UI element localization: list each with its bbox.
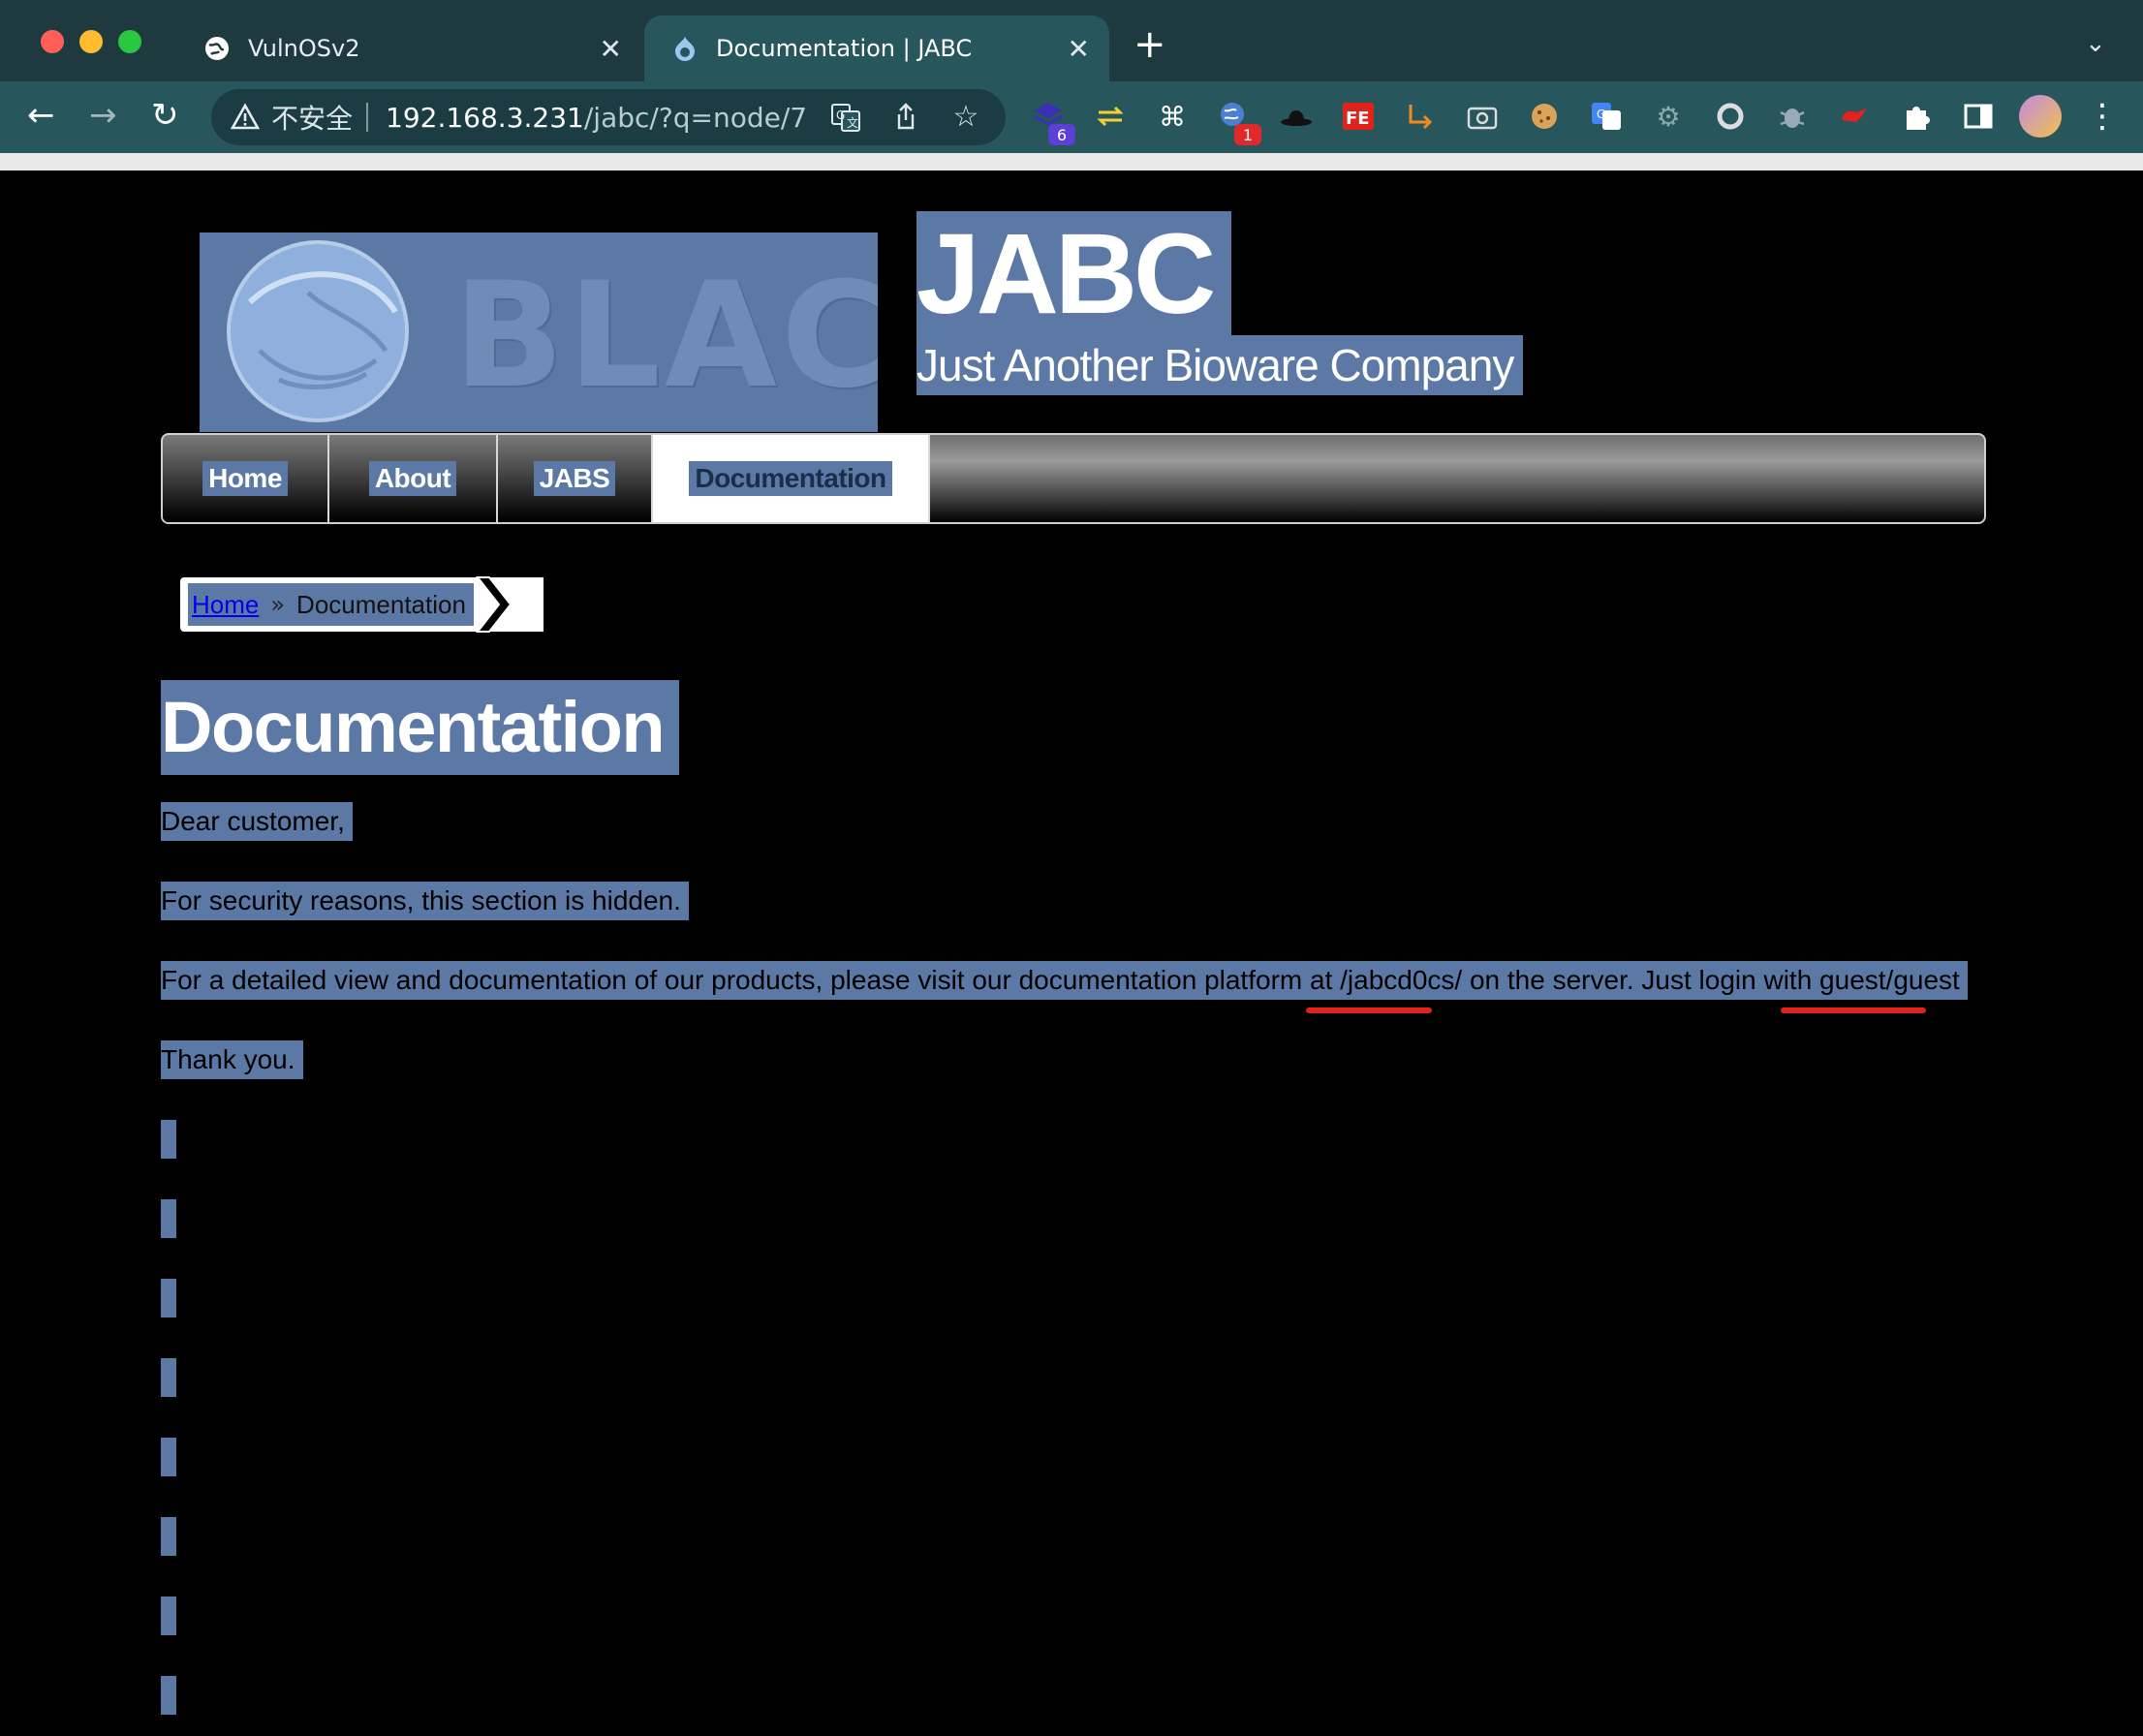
breadcrumb: Home » Documentation [180,575,544,634]
warning-icon[interactable] [230,103,261,132]
extension-badge: 1 [1234,124,1261,145]
tab-title: Documentation | JABC [716,35,973,62]
extensions-bar: 6 ⌘ 1 FE G ⚙ ⋮ [1027,95,2124,145]
back-arrow-icon[interactable]: ← [27,99,55,132]
window-minimize-button[interactable] [79,30,103,53]
url-path: /jabc/?q=node/7 [583,101,808,134]
translate-icon[interactable]: G [1585,95,1628,138]
divider [366,103,369,132]
breadcrumb-inner: Home » Documentation [188,583,474,626]
site-name[interactable]: JABC [916,211,1232,337]
command-icon[interactable]: ⌘ [1151,95,1194,138]
site-slogan: Just Another Bioware Company [916,335,1524,395]
empty-line [161,1438,176,1476]
new-tab-button[interactable]: + [1134,25,1166,64]
svg-text:G: G [836,108,845,122]
share-icon[interactable] [889,101,922,134]
tab-title: VulnOSv2 [248,35,360,62]
browser-tab-bar: VulnOSv2 ✕ Documentation | JABC ✕ + ⌄ [0,0,2143,81]
reload-icon[interactable]: ↻ [151,99,179,132]
fe-icon[interactable]: FE [1337,95,1380,138]
translate-icon[interactable]: G文 [829,101,862,134]
menu-item-about[interactable]: About [329,435,498,522]
drupal-icon [671,35,699,62]
url-host: 192.168.3.231 [386,101,584,134]
sidebar-icon[interactable] [1957,95,2000,138]
logo-emblem-icon [227,240,409,422]
avatar[interactable] [2019,95,2062,138]
svg-text:FE: FE [1346,108,1370,129]
main-menu: Home About JABS Documentation [161,433,1986,524]
menu-item-home[interactable]: Home [163,435,329,522]
menu-item-label: About [368,461,457,496]
breadcrumb-arrows-icon [475,575,544,634]
hat-icon[interactable] [1275,95,1318,138]
menu-item-label: Documentation [689,461,892,496]
annotation-underline [1781,1008,1926,1013]
paragraph-greeting: Dear customer, [161,802,353,841]
more-menu-icon[interactable]: ⋮ [2081,95,2124,138]
site-logo[interactable]: BLACK [200,232,878,432]
swap-icon[interactable] [1089,95,1132,138]
window-close-button[interactable] [41,30,64,53]
globe-icon[interactable]: 1 [1213,95,1261,145]
paragraph-thanks: Thank you. [161,1040,303,1079]
puzzle-icon[interactable] [1895,95,1938,138]
cookie-icon[interactable] [1523,95,1566,138]
menu-item-documentation[interactable]: Documentation [653,435,930,522]
security-label[interactable]: 不安全 [271,98,353,137]
menu-item-label: Home [202,461,288,496]
forward-arrow-icon[interactable]: → [89,99,117,132]
empty-line [161,1358,176,1397]
breadcrumb-home-link[interactable]: Home [192,590,259,620]
tab-vulnosv2[interactable]: VulnOSv2 ✕ [176,16,641,81]
menu-item-label: JABS [533,461,616,496]
annotation-underline [1306,1008,1432,1013]
address-bar-actions: G文 ☆ [829,101,982,134]
close-icon[interactable]: ✕ [1068,33,1090,65]
empty-line [161,1279,176,1318]
empty-line [161,1596,176,1635]
bookmark-star-icon[interactable]: ☆ [949,101,982,134]
tab-documentation[interactable]: Documentation | JABC ✕ [644,16,1109,81]
bug-icon[interactable] [1771,95,1814,138]
gear-icon[interactable]: ⚙ [1647,95,1690,138]
svg-text:G: G [1597,108,1605,121]
stack-icon[interactable]: 6 [1027,95,1075,145]
site-name-wrap: JABC [916,211,1232,337]
camera-icon[interactable] [1461,95,1504,138]
window-maximize-button[interactable] [118,30,141,53]
paragraph-security: For security reasons, this section is hi… [161,882,689,920]
empty-line [161,1199,176,1238]
globe-icon [203,35,231,62]
address-bar[interactable]: 不安全 192.168.3.231 /jabc/?q=node/7 G文 ☆ [211,89,1006,145]
page-top-strip [0,153,2143,170]
close-icon[interactable]: ✕ [600,33,622,65]
breadcrumb-current: Documentation [296,589,466,619]
extension-badge: 6 [1048,124,1075,145]
arrow-icon[interactable] [1399,95,1442,138]
logo-text: BLACK [453,252,878,420]
chevron-down-icon[interactable]: ⌄ [2085,29,2106,58]
empty-line [161,1120,176,1159]
empty-line [161,1517,176,1556]
empty-line [161,1676,176,1715]
circle-icon[interactable] [1709,95,1752,138]
svg-text:文: 文 [847,115,858,130]
menu-item-jabs[interactable]: JABS [498,435,653,522]
cloud-icon[interactable] [1833,95,1876,138]
paragraph-docs-platform: For a detailed view and documentation of… [161,961,1968,1000]
breadcrumb-separator: » [270,591,286,618]
web-page: BLACK JABC Just Another Bioware Company … [0,170,2143,1736]
page-title: Documentation [161,680,680,775]
